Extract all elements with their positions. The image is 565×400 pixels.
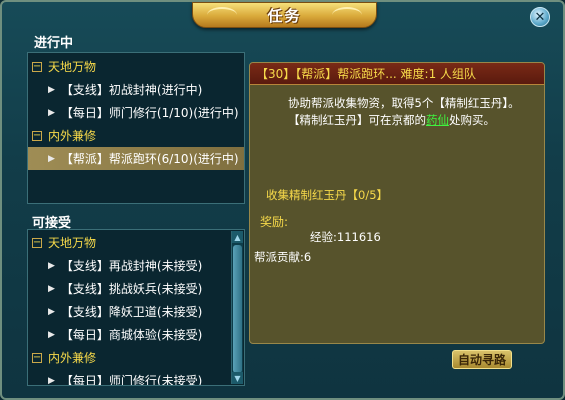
category-header[interactable]: − 天地万物 — [28, 55, 244, 78]
expand-arrow-icon: ▶ — [48, 283, 55, 294]
expand-arrow-icon: ▶ — [48, 260, 55, 271]
quest-goal: 收集精制红玉丹【0/5】 — [266, 188, 389, 202]
window-title: 任务 — [267, 6, 302, 25]
reward-label: 奖励: — [260, 215, 289, 229]
category-header[interactable]: − 天地万物 — [28, 231, 230, 254]
quest-detail-panel: 【30】【帮派】帮派跑环... 难度:1 人组队 协助帮派收集物资，取得5个【精… — [249, 62, 545, 344]
in-progress-label: 进行中 — [34, 36, 74, 51]
collapse-icon[interactable]: − — [32, 237, 42, 248]
reward-exp: 经验:111616 — [310, 230, 381, 244]
quest-list-item[interactable]: ▶ 【支线】再战封神(未接受) — [28, 254, 230, 277]
quest-list-item[interactable]: ▶ 【每日】师门修行(1/10)(进行中) — [28, 101, 244, 124]
category-header[interactable]: − 内外兼修 — [28, 124, 244, 147]
category-label: 内外兼修 — [48, 351, 97, 365]
quest-desc-line2-post: 处购买。 — [449, 113, 495, 127]
category-label: 天地万物 — [48, 236, 97, 250]
expand-arrow-icon: ▶ — [48, 375, 55, 386]
quest-label: 【支线】初战封神(进行中) — [60, 83, 203, 97]
collapse-icon[interactable]: − — [32, 61, 42, 72]
available-scrollbar[interactable]: ▲ ▼ — [231, 231, 243, 384]
quest-window: 任务 ✕ 进行中 − 天地万物 ▶ 【支线】初战封神(进行中) ▶ 【每日】师门修行(1/… — [0, 0, 565, 400]
title-banner: 任务 — [192, 2, 377, 28]
scroll-thumb[interactable] — [233, 245, 242, 373]
expand-arrow-icon: ▶ — [48, 107, 55, 118]
quest-desc-line2-pre: 【精制红玉丹】可在京都的 — [288, 113, 426, 127]
scroll-down-icon[interactable]: ▼ — [232, 372, 243, 384]
expand-arrow-icon: ▶ — [48, 306, 55, 317]
quest-list-item[interactable]: ▶ 【支线】降妖卫道(未接受) — [28, 300, 230, 323]
quest-list-item[interactable]: ▶ 【支线】初战封神(进行中) — [28, 78, 244, 101]
expand-arrow-icon: ▶ — [48, 329, 55, 340]
expand-arrow-icon: ▶ — [48, 153, 55, 164]
quest-label: 【每日】师门修行(1/10)(进行中) — [60, 106, 239, 120]
quest-label: 【每日】师门修行(未接受) — [60, 374, 203, 386]
available-list: − 天地万物 ▶ 【支线】再战封神(未接受) ▶ 【支线】挑战妖兵(未接受) ▶ 【支线】降妖… — [27, 229, 245, 386]
quest-list-item[interactable]: ▶ 【每日】商城体验(未接受) — [28, 323, 230, 346]
category-label: 内外兼修 — [48, 129, 97, 143]
quest-list-item[interactable]: ▶ 【每日】师门修行(未接受) — [28, 369, 230, 386]
close-icon[interactable]: ✕ — [530, 7, 550, 27]
quest-detail-header: 【30】【帮派】帮派跑环... 难度:1 人组队 — [250, 63, 544, 85]
expand-arrow-icon: ▶ — [48, 84, 55, 95]
npc-link[interactable]: 药仙 — [426, 113, 449, 127]
quest-label: 【帮派】帮派跑环(6/10)(进行中) — [60, 152, 239, 166]
category-label: 天地万物 — [48, 60, 97, 74]
quest-label: 【支线】再战封神(未接受) — [60, 259, 203, 273]
auto-pathfind-button[interactable]: 自动寻路 — [452, 350, 512, 369]
quest-label: 【支线】降妖卫道(未接受) — [60, 305, 203, 319]
collapse-icon[interactable]: − — [32, 352, 42, 363]
collapse-icon[interactable]: − — [32, 130, 42, 141]
quest-label: 【每日】商城体验(未接受) — [60, 328, 203, 342]
quest-list-item[interactable]: ▶ 【支线】挑战妖兵(未接受) — [28, 277, 230, 300]
reward-contribution: 帮派贡献:6 — [254, 250, 312, 264]
quest-description: 协助帮派收集物资，取得5个【精制红玉丹】。 【精制红玉丹】可在京都的药仙处购买。 — [260, 95, 536, 129]
scroll-up-icon[interactable]: ▲ — [232, 231, 243, 243]
category-header[interactable]: − 内外兼修 — [28, 346, 230, 369]
quest-label: 【支线】挑战妖兵(未接受) — [60, 282, 203, 296]
quest-list-item[interactable]: ▶ 【帮派】帮派跑环(6/10)(进行中) — [28, 147, 244, 170]
in-progress-list: − 天地万物 ▶ 【支线】初战封神(进行中) ▶ 【每日】师门修行(1/10)(进行中) −… — [27, 52, 245, 204]
quest-desc-line1: 协助帮派收集物资，取得5个【精制红玉丹】。 — [288, 96, 520, 110]
